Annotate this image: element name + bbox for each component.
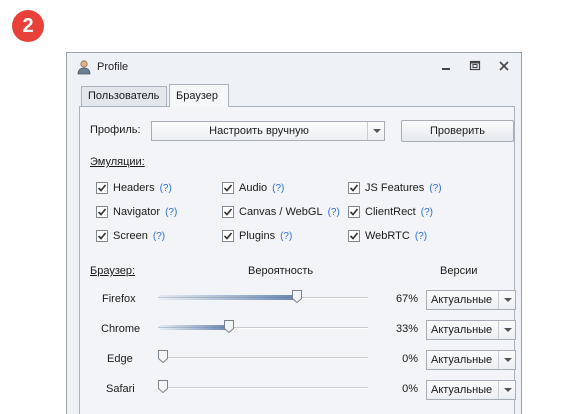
version-select[interactable]: Актуальные bbox=[426, 380, 516, 400]
checkmark-icon bbox=[223, 208, 233, 216]
chevron-down-icon[interactable] bbox=[498, 351, 515, 369]
checkmark-icon bbox=[349, 208, 359, 216]
browser-heading: Браузер: bbox=[90, 265, 136, 277]
probability-slider[interactable] bbox=[158, 320, 368, 336]
browser-name: Edge bbox=[107, 353, 133, 365]
checkbox-box[interactable] bbox=[222, 230, 234, 242]
check-button[interactable]: Проверить bbox=[401, 120, 514, 142]
checkbox-label: ClientRect bbox=[365, 206, 416, 218]
version-select[interactable]: Актуальные bbox=[426, 290, 516, 310]
help-link[interactable]: (?) bbox=[429, 183, 441, 194]
browser-name: Chrome bbox=[101, 323, 141, 335]
help-link[interactable]: (?) bbox=[160, 183, 172, 194]
checkbox-label: Canvas / WebGL bbox=[239, 206, 323, 218]
tab-user[interactable]: Пользователь bbox=[81, 86, 167, 106]
checkmark-icon bbox=[349, 184, 359, 192]
checkbox-label: Navigator bbox=[113, 206, 161, 218]
checkbox-box[interactable] bbox=[222, 206, 234, 218]
checkmark-icon bbox=[97, 232, 107, 240]
checkbox-label: WebRTC bbox=[365, 230, 410, 242]
checkbox-box[interactable] bbox=[348, 230, 360, 242]
probability-percent: 0% bbox=[402, 383, 418, 395]
title-bar[interactable]: Profile bbox=[67, 53, 521, 80]
version-select[interactable]: Актуальные bbox=[426, 350, 516, 370]
checkbox-box[interactable] bbox=[96, 230, 108, 242]
slider-thumb[interactable] bbox=[224, 320, 234, 333]
checkbox-box[interactable] bbox=[222, 182, 234, 194]
help-link[interactable]: (?) bbox=[328, 207, 340, 218]
minimize-icon[interactable] bbox=[438, 59, 454, 73]
checkbox-box[interactable] bbox=[96, 182, 108, 194]
checkbox-label: JS Features bbox=[365, 182, 425, 194]
version-select[interactable]: Актуальные bbox=[426, 320, 516, 340]
version-select-value: Актуальные bbox=[431, 294, 493, 306]
probability-percent: 67% bbox=[395, 293, 418, 305]
help-link[interactable]: (?) bbox=[272, 183, 284, 194]
checkbox-box[interactable] bbox=[96, 206, 108, 218]
versions-header: Версии bbox=[440, 265, 478, 277]
close-icon[interactable] bbox=[496, 59, 512, 73]
browser-name: Safari bbox=[106, 383, 135, 395]
profile-select-value: Настроить вручную bbox=[209, 125, 309, 137]
chevron-down-icon[interactable] bbox=[498, 291, 515, 309]
help-link[interactable]: (?) bbox=[415, 231, 427, 242]
tab-user-label: Пользователь bbox=[88, 90, 160, 102]
profile-label: Профиль: bbox=[90, 124, 141, 136]
checkmark-icon bbox=[97, 208, 107, 216]
version-select-value: Актуальные bbox=[431, 354, 493, 366]
profile-select[interactable]: Настроить вручную bbox=[151, 121, 385, 141]
probability-slider[interactable] bbox=[158, 350, 368, 366]
window-title: Profile bbox=[97, 61, 129, 73]
maximize-icon[interactable] bbox=[467, 59, 483, 73]
user-icon bbox=[77, 60, 91, 75]
help-link[interactable]: (?) bbox=[153, 231, 165, 242]
slider-thumb[interactable] bbox=[158, 350, 168, 363]
browser-tab-panel: Профиль: Настроить вручную Проверить Эму… bbox=[79, 106, 516, 414]
checkbox-label: Headers bbox=[113, 182, 155, 194]
probability-slider[interactable] bbox=[158, 290, 368, 306]
step-number-badge: 2 bbox=[12, 10, 44, 42]
checkbox-label: Audio bbox=[239, 182, 268, 194]
version-select-value: Актуальные bbox=[431, 384, 493, 396]
help-link[interactable]: (?) bbox=[280, 231, 292, 242]
slider-thumb[interactable] bbox=[292, 290, 302, 303]
help-link[interactable]: (?) bbox=[421, 207, 433, 218]
tab-browser-label: Браузер bbox=[176, 90, 218, 102]
chevron-down-icon[interactable] bbox=[498, 321, 515, 339]
checkbox-label: Plugins bbox=[239, 230, 276, 242]
slider-thumb[interactable] bbox=[158, 380, 168, 393]
probability-header: Вероятность bbox=[248, 265, 314, 277]
browser-name: Firefox bbox=[102, 293, 136, 305]
checkbox-box[interactable] bbox=[348, 206, 360, 218]
emulations-heading: Эмуляции: bbox=[90, 156, 145, 168]
tab-browser[interactable]: Браузер bbox=[169, 84, 229, 107]
chevron-down-icon[interactable] bbox=[367, 122, 384, 140]
profile-window: Profile Пользователь Браузер Профиль: На… bbox=[66, 52, 522, 414]
checkbox-box[interactable] bbox=[348, 182, 360, 194]
version-select-value: Актуальные bbox=[431, 324, 493, 336]
checkmark-icon bbox=[97, 184, 107, 192]
checkmark-icon bbox=[223, 184, 233, 192]
probability-percent: 0% bbox=[402, 353, 418, 365]
checkmark-icon bbox=[349, 232, 359, 240]
help-link[interactable]: (?) bbox=[165, 207, 177, 218]
probability-percent: 33% bbox=[395, 323, 418, 335]
probability-slider[interactable] bbox=[158, 380, 368, 396]
checkmark-icon bbox=[223, 232, 233, 240]
chevron-down-icon[interactable] bbox=[498, 381, 515, 399]
checkbox-label: Screen bbox=[113, 230, 148, 242]
